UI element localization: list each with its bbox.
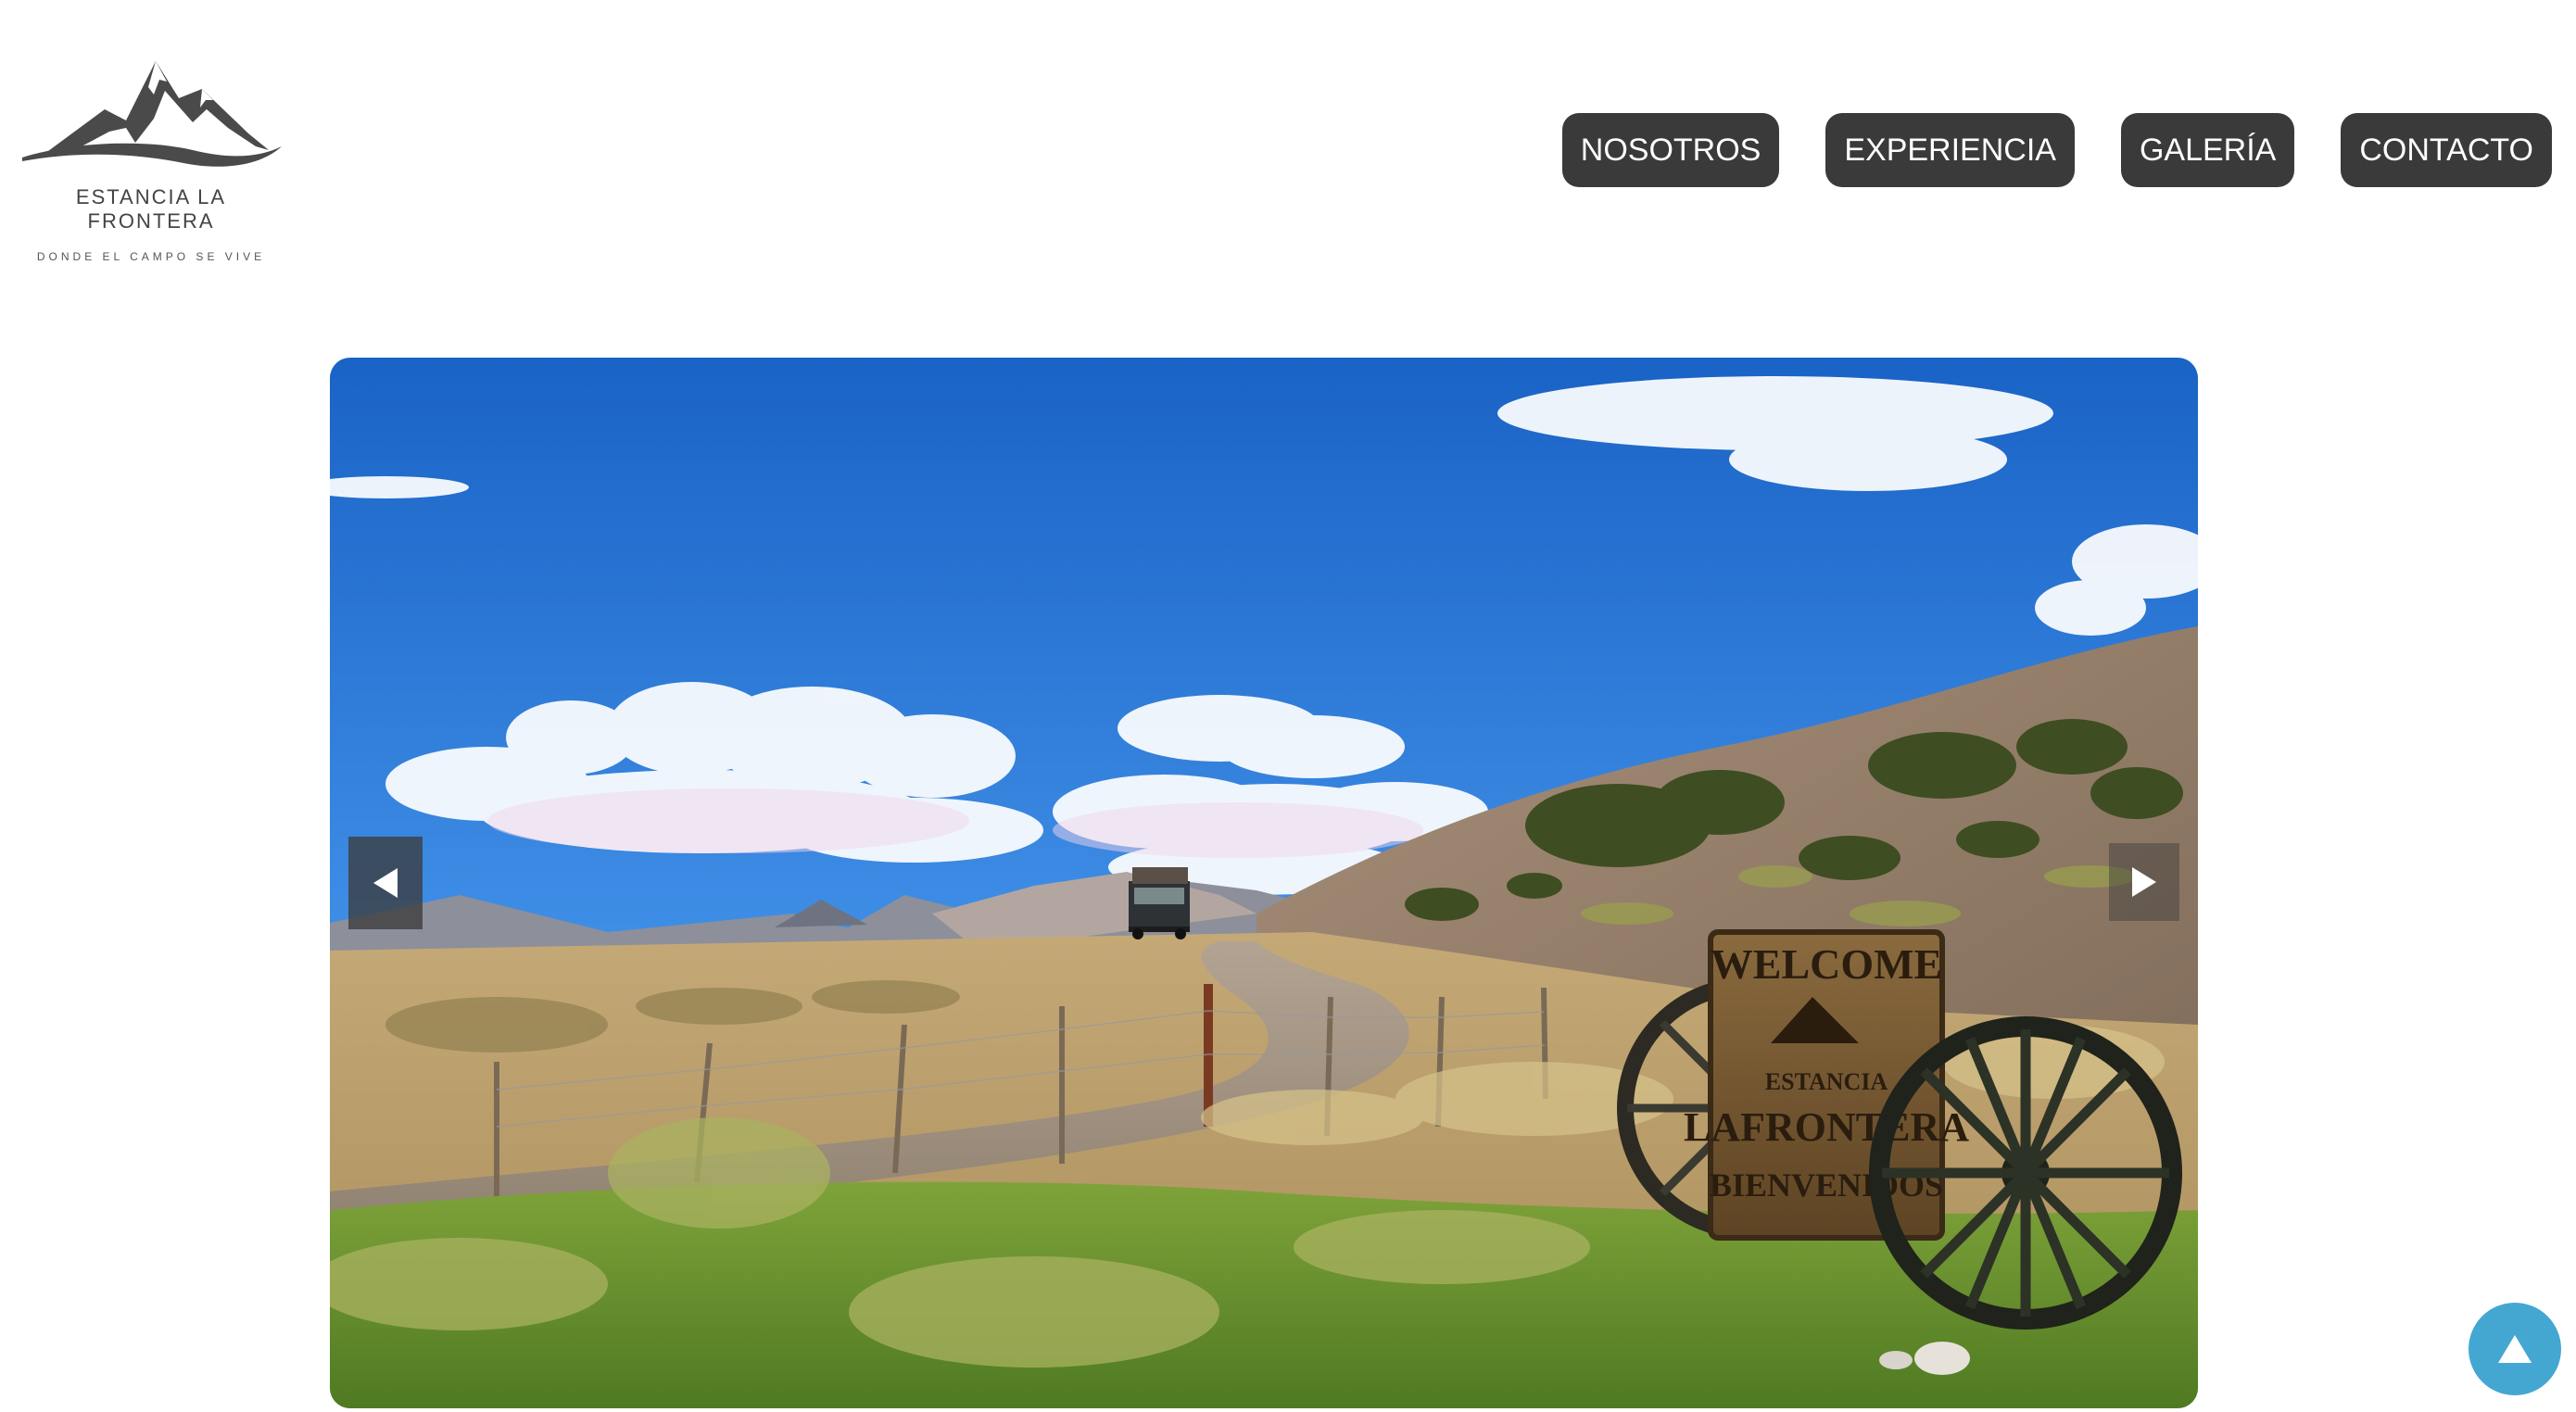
nav-item-galeria[interactable]: GALERÍA — [2120, 113, 2295, 187]
sign-lafrontera-text: LAFRONTERA — [1684, 1104, 1969, 1150]
hero-landscape-image: WELCOME ESTANCIA LAFRONTERA BIENVENIDOS — [330, 358, 2198, 1408]
logo-name: ESTANCIA LA FRONTERA — [75, 185, 227, 233]
nav-item-experiencia[interactable]: EXPERIENCIA — [1825, 113, 2075, 187]
sign-estancia-text: ESTANCIA — [1765, 1068, 1888, 1095]
mountain-logo-icon — [22, 61, 282, 167]
site-logo[interactable]: ESTANCIA LA FRONTERA DONDE EL CAMPO SE V… — [17, 54, 285, 263]
sign-welcome-text: WELCOME — [1711, 940, 1942, 988]
slider-next-button[interactable] — [2109, 843, 2179, 921]
logo-tagline: DONDE EL CAMPO SE VIVE — [36, 250, 266, 263]
hero-slider: WELCOME ESTANCIA LAFRONTERA BIENVENIDOS — [330, 358, 2198, 1408]
triangle-left-icon — [373, 868, 398, 898]
truck-icon — [1129, 867, 1190, 939]
main-nav: NOSOTROS EXPERIENCIA GALERÍA CONTACTO — [1561, 113, 2552, 187]
slider-prev-button[interactable] — [348, 837, 423, 929]
scroll-to-top-button[interactable] — [2469, 1303, 2561, 1395]
triangle-right-icon — [2132, 867, 2156, 897]
page: ESTANCIA LA FRONTERA DONDE EL CAMPO SE V… — [0, 0, 2576, 1412]
nav-item-contacto[interactable]: CONTACTO — [2341, 113, 2552, 187]
triangle-up-icon — [2498, 1335, 2532, 1363]
nav-item-nosotros[interactable]: NOSOTROS — [1561, 113, 1780, 187]
